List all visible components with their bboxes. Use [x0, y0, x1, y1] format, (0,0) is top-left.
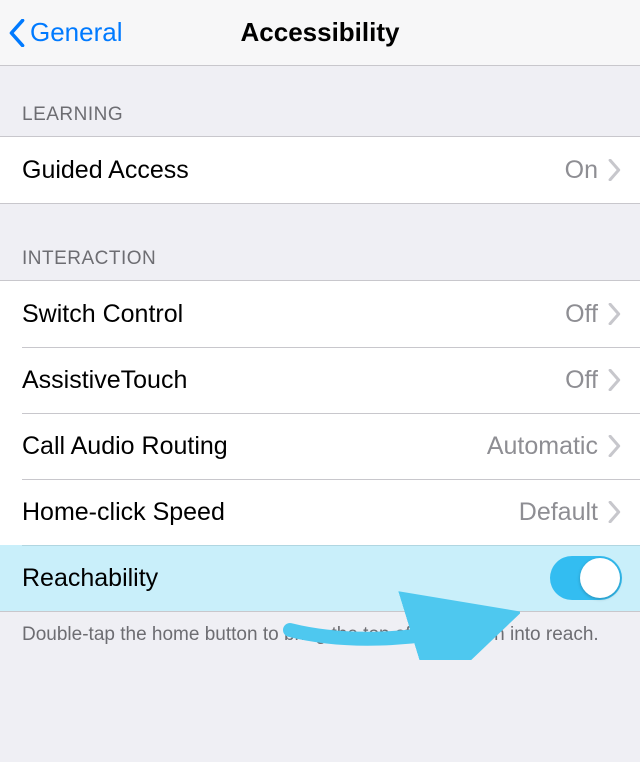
cell-home-click-speed[interactable]: Home-click Speed Default: [0, 479, 640, 545]
cell-value: Default: [519, 498, 598, 527]
section-header-interaction: INTERACTION: [0, 204, 640, 280]
reachability-toggle[interactable]: [550, 556, 622, 600]
cell-call-audio-routing[interactable]: Call Audio Routing Automatic: [0, 413, 640, 479]
cell-label: AssistiveTouch: [22, 366, 565, 395]
cell-guided-access[interactable]: Guided Access On: [0, 137, 640, 203]
learning-group: Guided Access On: [0, 136, 640, 204]
chevron-right-icon: [608, 435, 622, 457]
cell-label: Reachability: [22, 564, 550, 593]
cell-label: Switch Control: [22, 300, 565, 329]
section-header-learning: LEARNING: [0, 66, 640, 136]
toggle-knob: [580, 558, 620, 598]
cell-reachability[interactable]: Reachability: [0, 545, 640, 611]
back-button[interactable]: General: [0, 17, 123, 48]
chevron-right-icon: [608, 501, 622, 523]
cell-assistivetouch[interactable]: AssistiveTouch Off: [0, 347, 640, 413]
back-label: General: [30, 17, 123, 48]
interaction-group: Switch Control Off AssistiveTouch Off Ca…: [0, 280, 640, 612]
section-footer: Double-tap the home button to bring the …: [0, 612, 640, 648]
chevron-right-icon: [608, 303, 622, 325]
cell-value: Off: [565, 300, 598, 329]
chevron-right-icon: [608, 369, 622, 391]
cell-value: Automatic: [487, 432, 598, 461]
cell-value: Off: [565, 366, 598, 395]
cell-switch-control[interactable]: Switch Control Off: [0, 281, 640, 347]
navbar: General Accessibility: [0, 0, 640, 66]
cell-label: Guided Access: [22, 156, 565, 185]
cell-label: Home-click Speed: [22, 498, 519, 527]
chevron-left-icon: [8, 19, 26, 47]
cell-value: On: [565, 156, 598, 185]
chevron-right-icon: [608, 159, 622, 181]
cell-label: Call Audio Routing: [22, 432, 487, 461]
